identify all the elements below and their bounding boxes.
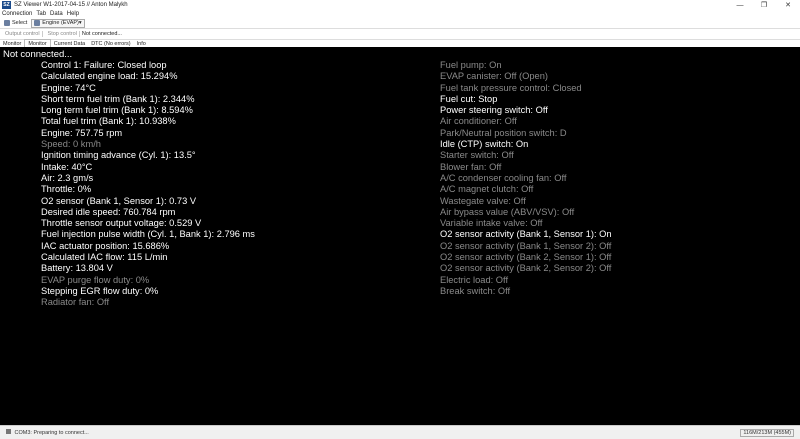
title-bar: SZ SZ Viewer W1-2017-04-15 // Anton Maly… (0, 0, 800, 10)
parameter-row: Break switch: Off (440, 285, 511, 296)
parameter-row: Throttle sensor output voltage: 0.529 V (41, 218, 202, 229)
parameter-row: Desired idle speed: 760.784 rpm (41, 206, 176, 217)
parameter-row: Calculated engine load: 15.294% (41, 71, 178, 82)
window-controls: — ❐ ✕ (728, 0, 800, 10)
parameter-row: A/C magnet clutch: Off (440, 184, 534, 195)
tab-monitor-2[interactable]: Monitor (24, 39, 51, 47)
window-title: SZ Viewer W1-2017-04-15 // Anton Malykh (14, 2, 128, 8)
parameter-row: O2 sensor activity (Bank 2, Sensor 1): O… (440, 252, 612, 263)
parameter-row: Engine: 757.75 rpm (41, 127, 123, 138)
parameter-row: Fuel pump: On (440, 60, 502, 70)
menu-connection[interactable]: Connection (2, 11, 32, 17)
close-icon[interactable]: ✕ (776, 0, 800, 10)
output-control-button[interactable]: Output control (3, 30, 43, 37)
parameter-row: Air conditioner: Off (440, 116, 517, 127)
menu-help[interactable]: Help (67, 11, 79, 17)
tab-current-data[interactable]: Current Data (51, 40, 89, 47)
parameter-row: Park/Neutral position switch: D (440, 127, 567, 138)
parameter-row: IAC actuator position: 15.686% (41, 240, 170, 251)
port-status: COM3: Preparing to connect... (6, 429, 89, 436)
select-button[interactable]: Select (2, 20, 29, 26)
chevron-down-icon: ▾ (78, 20, 82, 26)
parameter-row: Radiator fan: Off (41, 297, 110, 308)
parameter-row: Wastegate valve: Off (440, 195, 526, 206)
parameter-row: Speed: 0 km/h (41, 139, 101, 150)
tab-bar: Monitor Monitor Current Data DTC (No err… (0, 39, 800, 47)
left-parameter-list: Control 1: Failure: Closed loop Calculate… (41, 60, 255, 309)
engine-select[interactable]: Engine (EVAP) ▾ (31, 18, 85, 28)
parameter-row: Fuel injection pulse width (Cyl. 1, Bank… (41, 229, 255, 240)
menu-tab[interactable]: Tab (36, 11, 46, 17)
app-icon: SZ (2, 1, 11, 9)
parameter-row: Battery: 13.804 V (41, 263, 113, 274)
parameter-row: O2 sensor activity (Bank 1, Sensor 2): O… (440, 240, 612, 251)
connection-status: Not connected... (81, 30, 122, 37)
parameter-row: Blower fan: Off (440, 161, 502, 172)
parameter-row: Idle (CTP) switch: On (440, 139, 529, 150)
parameter-row: Throttle: 0% (41, 184, 92, 195)
parameter-row: Power steering switch: Off (440, 105, 548, 116)
parameter-row: Air: 2.3 gm/s (41, 172, 94, 183)
parameter-row: A/C condenser cooling fan: Off (440, 172, 567, 183)
parameter-row: Electric load: Off (440, 274, 509, 285)
engine-icon (34, 20, 41, 26)
select-label: Select (12, 20, 28, 26)
port-status-text: COM3: Preparing to connect... (14, 430, 89, 436)
parameter-row: Stepping EGR flow duty: 0% (41, 285, 159, 296)
stop-control-button[interactable]: Stop control (46, 30, 80, 37)
parameter-row: O2 sensor activity (Bank 1, Sensor 1): O… (440, 229, 612, 240)
parameter-row: O2 sensor (Bank 1, Sensor 1): 0.73 V (41, 195, 197, 206)
parameter-row: Fuel cut: Stop (440, 93, 498, 104)
right-parameter-list: Fuel pump: On EVAP canister: Off (Open) Fu… (440, 60, 612, 297)
menu-bar: Connection Tab Data Help (0, 10, 800, 18)
tab-monitor-1[interactable]: Monitor (0, 40, 24, 47)
status-bar: COM3: Preparing to connect... 116M/213M … (0, 425, 800, 439)
menu-data[interactable]: Data (50, 11, 63, 17)
parameter-row: Long term fuel trim (Bank 1): 8.594% (41, 105, 193, 116)
tab-dtc[interactable]: DTC (No errors) (88, 40, 133, 47)
parameter-row: Fuel tank pressure control: Closed (440, 82, 582, 93)
minimize-icon[interactable]: — (728, 0, 752, 10)
parameter-row: Short term fuel trim (Bank 1): 2.344% (41, 93, 195, 104)
parameter-row: Starter switch: Off (440, 150, 514, 161)
parameter-row: Intake: 40°C (41, 161, 93, 172)
parameter-row: Control 1: Failure: Closed loop (41, 60, 167, 70)
parameter-row: Calculated IAC flow: 115 L/min (41, 252, 168, 263)
maximize-icon[interactable]: ❐ (752, 0, 776, 10)
parameter-row: O2 sensor activity (Bank 2, Sensor 2): O… (440, 263, 612, 274)
parameter-row: Variable intake valve: Off (440, 218, 543, 229)
parameter-row: EVAP canister: Off (Open) (440, 71, 548, 82)
parameter-row: Air bypass value (ABV/VSV): Off (440, 206, 575, 217)
parameter-row: Engine: 74°C (41, 82, 96, 93)
port-icon (6, 429, 11, 434)
parameter-row: Total fuel trim (Bank 1): 10.938% (41, 116, 176, 127)
select-icon (4, 20, 10, 26)
engine-select-value: Engine (EVAP) (42, 20, 79, 26)
connection-message: Not connected... (3, 49, 73, 60)
memory-indicator[interactable]: 116M/213M (455M) (740, 429, 794, 437)
parameter-row: Ignition timing advance (Cyl. 1): 13.5° (41, 150, 196, 161)
tab-info[interactable]: Info (134, 40, 149, 47)
parameter-row: EVAP purge flow duty: 0% (41, 274, 150, 285)
monitor-panel: Not connected... Control 1: Failure: Clo… (0, 47, 800, 425)
